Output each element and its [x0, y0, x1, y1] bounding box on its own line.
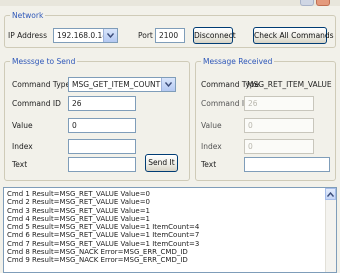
- send-command-type-label: Command Type: [12, 80, 71, 89]
- received-text-label: Text: [201, 160, 217, 169]
- received-value-value: 0: [248, 121, 253, 130]
- ip-address-combo[interactable]: 192.168.0.14: [53, 28, 118, 43]
- port-label: Port: [138, 31, 153, 40]
- send-command-id-value: 26: [72, 99, 82, 108]
- list-item: Cmd 7 Result=MSG_RET_VALUE Value=1 ItemC…: [7, 239, 200, 248]
- port-value: 2100: [159, 31, 179, 40]
- send-value-value: 0: [72, 121, 77, 130]
- send-command-id-label: Command ID: [12, 99, 61, 108]
- ip-address-label: IP Address: [8, 31, 47, 40]
- send-value-input[interactable]: 0: [68, 118, 136, 133]
- list-item: Cmd 6 Result=MSG_RET_VALUE Value=1 ItemC…: [7, 231, 200, 240]
- list-item: Cmd 4 Result=MSG_RET_VALUE Value=1: [7, 214, 151, 223]
- ip-address-value: 192.168.0.14: [57, 31, 108, 40]
- list-item: Cmd 2 Result=MSG_RET_VALUE Value=0: [7, 198, 151, 207]
- list-item: Cmd 3 Result=MSG_RET_VALUE Value=1: [7, 206, 151, 215]
- app-window: Network IP Address 192.168.0.14 Port 210…: [0, 0, 340, 273]
- received-value-field: 0: [244, 118, 314, 133]
- send-index-label: Index: [12, 142, 33, 151]
- log-lines: Cmd 1 Result=MSG_RET_VALUE Value=0 Cmd 2…: [4, 188, 336, 265]
- received-value-label: Value: [201, 121, 222, 130]
- network-group-title: Network: [10, 11, 46, 20]
- window-close-button[interactable]: [316, 0, 330, 6]
- received-command-type-value: MSG_RET_ITEM_VALUE: [247, 80, 332, 89]
- message-received-title: Message Received: [201, 57, 275, 66]
- received-text-field[interactable]: [244, 157, 330, 172]
- list-item: Cmd 8 Result=MSG_NACK Error=MSG_ERR_CMD_…: [7, 248, 188, 257]
- list-item: Cmd 5 Result=MSG_RET_VALUE Value=1 ItemC…: [7, 223, 200, 232]
- disconnect-button[interactable]: Disconnect: [193, 27, 236, 44]
- send-text-label: Text: [12, 160, 28, 169]
- send-it-label: Send It: [148, 158, 175, 167]
- send-text-input[interactable]: [68, 157, 136, 172]
- chevron-down-icon[interactable]: [103, 29, 117, 42]
- port-input[interactable]: 2100: [155, 28, 185, 43]
- list-item: Cmd 9 Result=MSG_NACK Error=MSG_ERR_CMD_…: [7, 256, 188, 265]
- window-control-button[interactable]: [300, 0, 314, 6]
- send-it-button[interactable]: Send It: [145, 154, 178, 172]
- message-to-send-title: Messsge to Send: [10, 57, 78, 66]
- check-all-commands-label: Check All Commands: [254, 31, 334, 40]
- received-command-id-value: 26: [248, 99, 258, 108]
- command-type-value: MSG_GET_ITEM_COUNT: [72, 80, 161, 89]
- send-command-id-input[interactable]: 26: [68, 96, 136, 111]
- title-bar-strip: [0, 0, 340, 6]
- send-index-input[interactable]: [68, 139, 136, 154]
- check-all-commands-button[interactable]: Check All Commands: [253, 27, 334, 44]
- received-command-id-field: 26: [244, 96, 314, 111]
- command-type-combo[interactable]: MSG_GET_ITEM_COUNT: [68, 77, 176, 92]
- chevron-down-icon[interactable]: [161, 78, 175, 91]
- received-index-field: 0: [244, 139, 314, 154]
- received-index-label: Index: [201, 142, 222, 151]
- list-item: Cmd 1 Result=MSG_RET_VALUE Value=0: [7, 190, 151, 198]
- received-command-id-label: Command ID: [201, 99, 250, 108]
- send-value-label: Value: [12, 121, 33, 130]
- result-log-list[interactable]: Cmd 1 Result=MSG_RET_VALUE Value=0 Cmd 2…: [3, 187, 337, 273]
- received-index-value: 0: [248, 142, 253, 151]
- log-scrollbar[interactable]: [325, 188, 336, 272]
- disconnect-button-label: Disconnect: [194, 31, 236, 40]
- chevron-up-icon[interactable]: [325, 188, 336, 200]
